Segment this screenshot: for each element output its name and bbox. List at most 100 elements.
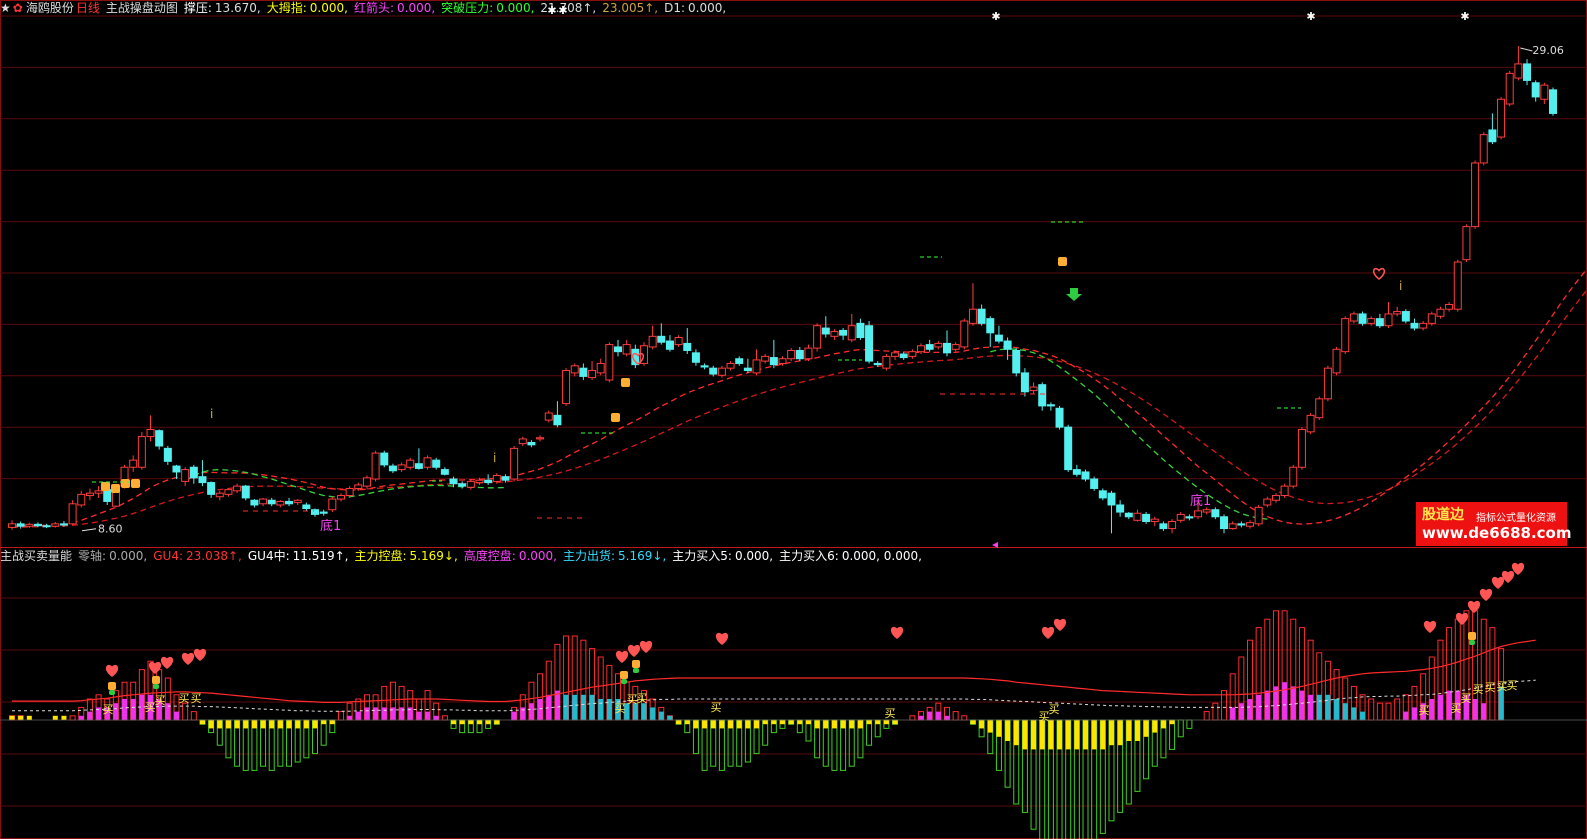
control-bar-yellow: [831, 720, 837, 729]
candle-body-down: [1211, 509, 1220, 518]
control-bar-magenta: [1472, 699, 1478, 720]
control-bar-cyan: [1325, 694, 1331, 720]
candle-body-up: [1436, 308, 1445, 317]
candle-body-down: [856, 322, 865, 339]
control-bar-yellow: [1048, 720, 1054, 750]
candle-body-down: [172, 465, 181, 473]
candle-body-down: [1185, 516, 1194, 519]
thumb-icon: [1058, 257, 1067, 266]
heart-icon: [181, 652, 195, 665]
heart-icon: [890, 626, 904, 639]
thumb-icon: [121, 479, 130, 488]
control-bar-yellow: [243, 720, 249, 729]
control-bar-magenta: [537, 699, 543, 720]
candle-body-down: [1107, 492, 1116, 506]
candle-body-down: [873, 362, 882, 366]
candle-body-down: [709, 367, 718, 375]
candle-body-up: [960, 320, 969, 348]
control-bar-yellow: [762, 720, 768, 725]
control-bar-magenta: [1264, 690, 1270, 720]
marker-figure: [108, 682, 116, 690]
candle-body-up: [137, 436, 146, 468]
control-bar-yellow: [1065, 720, 1071, 750]
candle-body-up: [674, 337, 683, 346]
control-bar-yellow: [754, 720, 760, 729]
buy-signal-label: 买: [1461, 692, 1472, 705]
candle-body-down: [42, 525, 51, 528]
control-bar-yellow: [1100, 720, 1106, 750]
candle-body-up: [1271, 495, 1280, 501]
candle-body-up: [968, 308, 977, 324]
candle-body-down: [285, 500, 294, 505]
candle-body-down: [925, 344, 934, 350]
candle-body-up: [1471, 162, 1480, 228]
candle-body-down: [388, 465, 397, 472]
control-bar-yellow: [979, 720, 985, 729]
candle-body-up: [1315, 398, 1324, 419]
control-bar-yellow: [1074, 720, 1080, 750]
candle-body-up: [518, 438, 527, 445]
control-bar-yellow: [260, 720, 266, 729]
candle-body-down: [33, 523, 42, 527]
control-bar-magenta: [1437, 694, 1443, 720]
control-bar-cyan: [563, 694, 569, 720]
buy-signal-label: 买: [191, 692, 202, 705]
candle-body-up: [1297, 428, 1306, 468]
control-bar-magenta: [1256, 694, 1262, 720]
candle-body-up: [1194, 510, 1203, 518]
candle-body-up: [510, 447, 519, 480]
candle-body-down: [839, 329, 848, 336]
candle-body-up: [588, 370, 597, 379]
candle-body-down: [1124, 512, 1133, 518]
control-bar-yellow: [26, 715, 32, 720]
top-cross-mark: ✱: [991, 10, 1000, 23]
chart-canvas: 29.068.60 底1底1iii✱ ✱ ✱ ✱ ✱ 买买买买买买买 买买买买买买买买买买买…: [0, 0, 1587, 839]
candle-body-up: [371, 452, 380, 480]
high-pointer: [1520, 47, 1533, 52]
control-bar-magenta: [1247, 699, 1253, 720]
control-bar-cyan: [641, 703, 647, 720]
control-bar-magenta: [918, 715, 924, 720]
candle-body-up: [68, 503, 77, 525]
control-bar-cyan: [658, 711, 664, 720]
control-bar-cyan: [1360, 711, 1366, 720]
buy-signal-label: 买: [885, 707, 896, 720]
candle-body-down: [432, 459, 441, 468]
volume-bars: [9, 610, 1505, 839]
control-bar-yellow: [797, 720, 803, 725]
control-bar-magenta: [399, 707, 405, 720]
candle-body-up: [536, 437, 545, 440]
candle-body-up: [1254, 506, 1263, 525]
control-bar-yellow: [9, 715, 15, 720]
candle-body-up: [354, 484, 363, 489]
control-bar-yellow: [476, 720, 482, 725]
candle-body-up: [1202, 509, 1211, 513]
bottom-signal-label: 底1: [1190, 493, 1211, 509]
candle-body-down: [16, 523, 25, 527]
candle-body-down: [440, 469, 449, 475]
heart-icon: [1053, 618, 1067, 631]
candle-body-down: [986, 318, 995, 334]
heart-icon: [715, 632, 729, 645]
bottom-signal-label: 底1: [320, 518, 341, 534]
candle-body-up: [1367, 318, 1376, 324]
control-bar-magenta: [1282, 682, 1288, 720]
candle-body-down: [691, 352, 700, 363]
control-bar-cyan: [580, 694, 586, 720]
candle-body-up: [847, 325, 856, 341]
candle-body-down: [735, 358, 744, 364]
candle-body-up: [8, 523, 16, 528]
top-cross-mark: ✱: [547, 4, 556, 17]
control-bar-yellow: [866, 720, 872, 725]
candle-body-down: [553, 414, 562, 426]
control-bar-magenta: [1299, 690, 1305, 720]
control-bar-yellow: [61, 715, 67, 720]
candle-body-down: [103, 489, 112, 502]
candle-body-down: [977, 308, 986, 324]
candle-body-up: [1289, 466, 1298, 487]
top-cross-mark: ✱: [1306, 10, 1315, 23]
candle-body-up: [423, 457, 432, 468]
control-bar-yellow: [745, 720, 751, 729]
candle-body-up: [951, 344, 960, 350]
candle-body-down: [614, 346, 623, 353]
